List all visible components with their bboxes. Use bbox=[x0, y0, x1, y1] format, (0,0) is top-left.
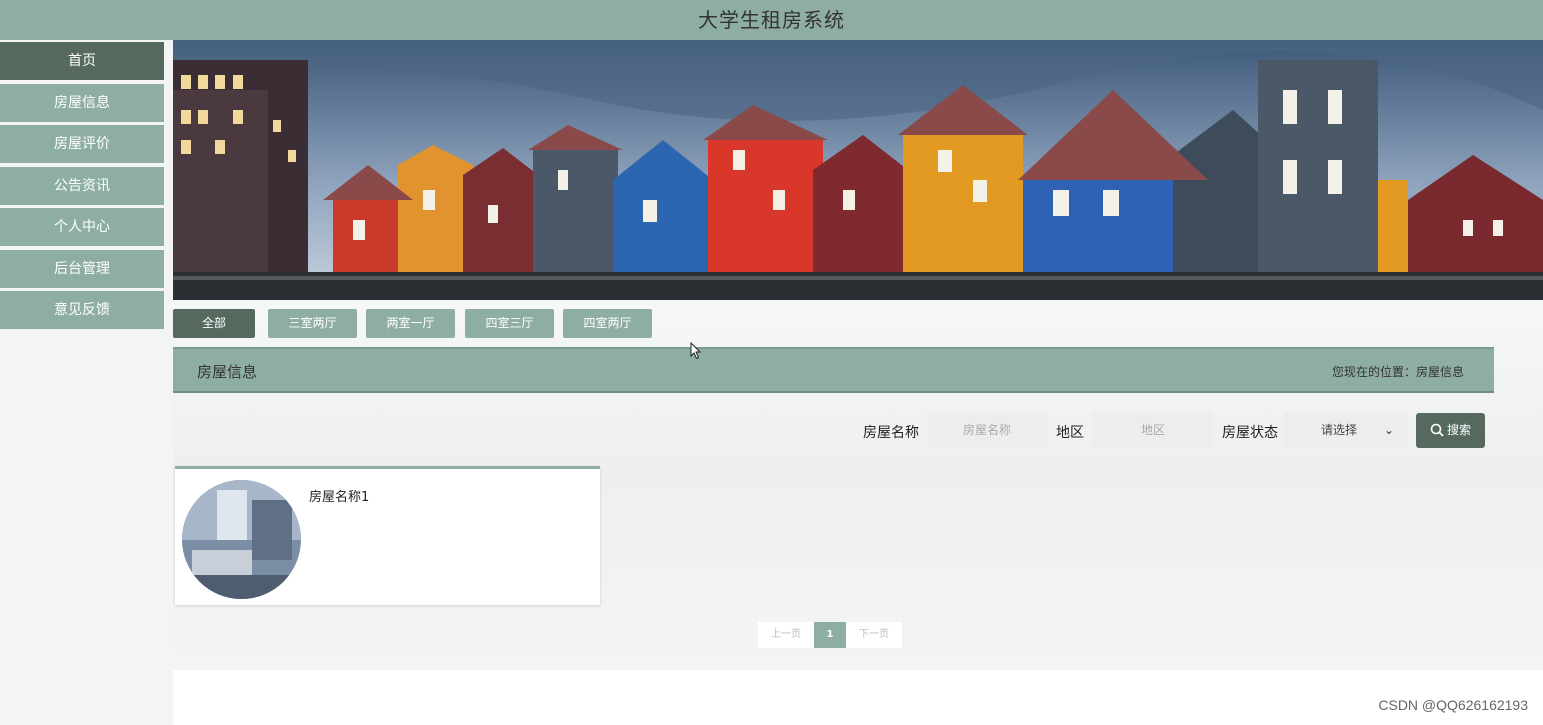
current-page-button[interactable]: 1 bbox=[814, 622, 846, 648]
next-page-button[interactable]: 下一页 bbox=[846, 622, 902, 648]
search-icon bbox=[1430, 423, 1444, 437]
sidebar-item-admin[interactable]: 后台管理 bbox=[0, 250, 164, 288]
filter-tab-2br-1lr[interactable]: 两室一厅 bbox=[366, 309, 455, 338]
sidebar-nav: 首页 房屋信息 房屋评价 公告资讯 个人中心 后台管理 意见反馈 bbox=[0, 40, 173, 725]
house-name-input[interactable]: 房屋名称 bbox=[927, 412, 1047, 448]
filter-tab-4br-3lr[interactable]: 四室三厅 bbox=[465, 309, 554, 338]
listing-name: 房屋名称1 bbox=[309, 490, 370, 505]
chevron-down-icon: ⌄ bbox=[1383, 423, 1394, 437]
house-status-selected: 请选择 bbox=[1321, 423, 1358, 437]
top-header: 大学生租房系统 bbox=[0, 0, 1543, 40]
colorful-houses-illustration bbox=[173, 40, 1543, 300]
section-title: 房屋信息 bbox=[197, 363, 258, 381]
sidebar-item-feedback[interactable]: 意见反馈 bbox=[0, 291, 164, 329]
sidebar-item-home[interactable]: 首页 bbox=[0, 42, 164, 80]
banner-image bbox=[173, 40, 1543, 300]
prev-page-button[interactable]: 上一页 bbox=[758, 622, 814, 648]
sidebar-item-personal-center[interactable]: 个人中心 bbox=[0, 208, 164, 246]
breadcrumb: 您现在的位置：房屋信息 bbox=[1331, 365, 1464, 379]
page-footer-space bbox=[173, 670, 1543, 725]
search-button[interactable]: 搜索 bbox=[1416, 413, 1485, 448]
listing-thumbnail bbox=[182, 480, 301, 599]
listing-card[interactable]: 房屋名称1 bbox=[175, 466, 600, 605]
section-header: 房屋信息 您现在的位置：房屋信息 bbox=[173, 347, 1494, 393]
search-button-label: 搜索 bbox=[1446, 423, 1471, 437]
watermark: CSDN @QQ626162193 bbox=[1378, 697, 1528, 713]
house-status-label: 房屋状态 bbox=[1222, 425, 1278, 441]
sidebar-item-house-info[interactable]: 房屋信息 bbox=[0, 84, 164, 122]
site-title: 大学生租房系统 bbox=[698, 8, 845, 32]
filter-tab-4br-2lr[interactable]: 四室两厅 bbox=[563, 309, 652, 338]
filter-tab-3br-2lr[interactable]: 三室两厅 bbox=[268, 309, 357, 338]
region-input[interactable]: 地区 bbox=[1093, 412, 1213, 448]
house-name-label: 房屋名称 bbox=[863, 425, 919, 441]
sidebar-item-house-reviews[interactable]: 房屋评价 bbox=[0, 125, 164, 163]
filter-tab-all[interactable]: 全部 bbox=[173, 309, 255, 338]
region-label: 地区 bbox=[1056, 425, 1084, 441]
mouse-cursor-icon bbox=[690, 342, 702, 360]
sidebar-item-announcements[interactable]: 公告资讯 bbox=[0, 167, 164, 205]
room-photo bbox=[182, 480, 301, 599]
house-status-select[interactable]: 请选择 ⌄ bbox=[1284, 412, 1408, 448]
